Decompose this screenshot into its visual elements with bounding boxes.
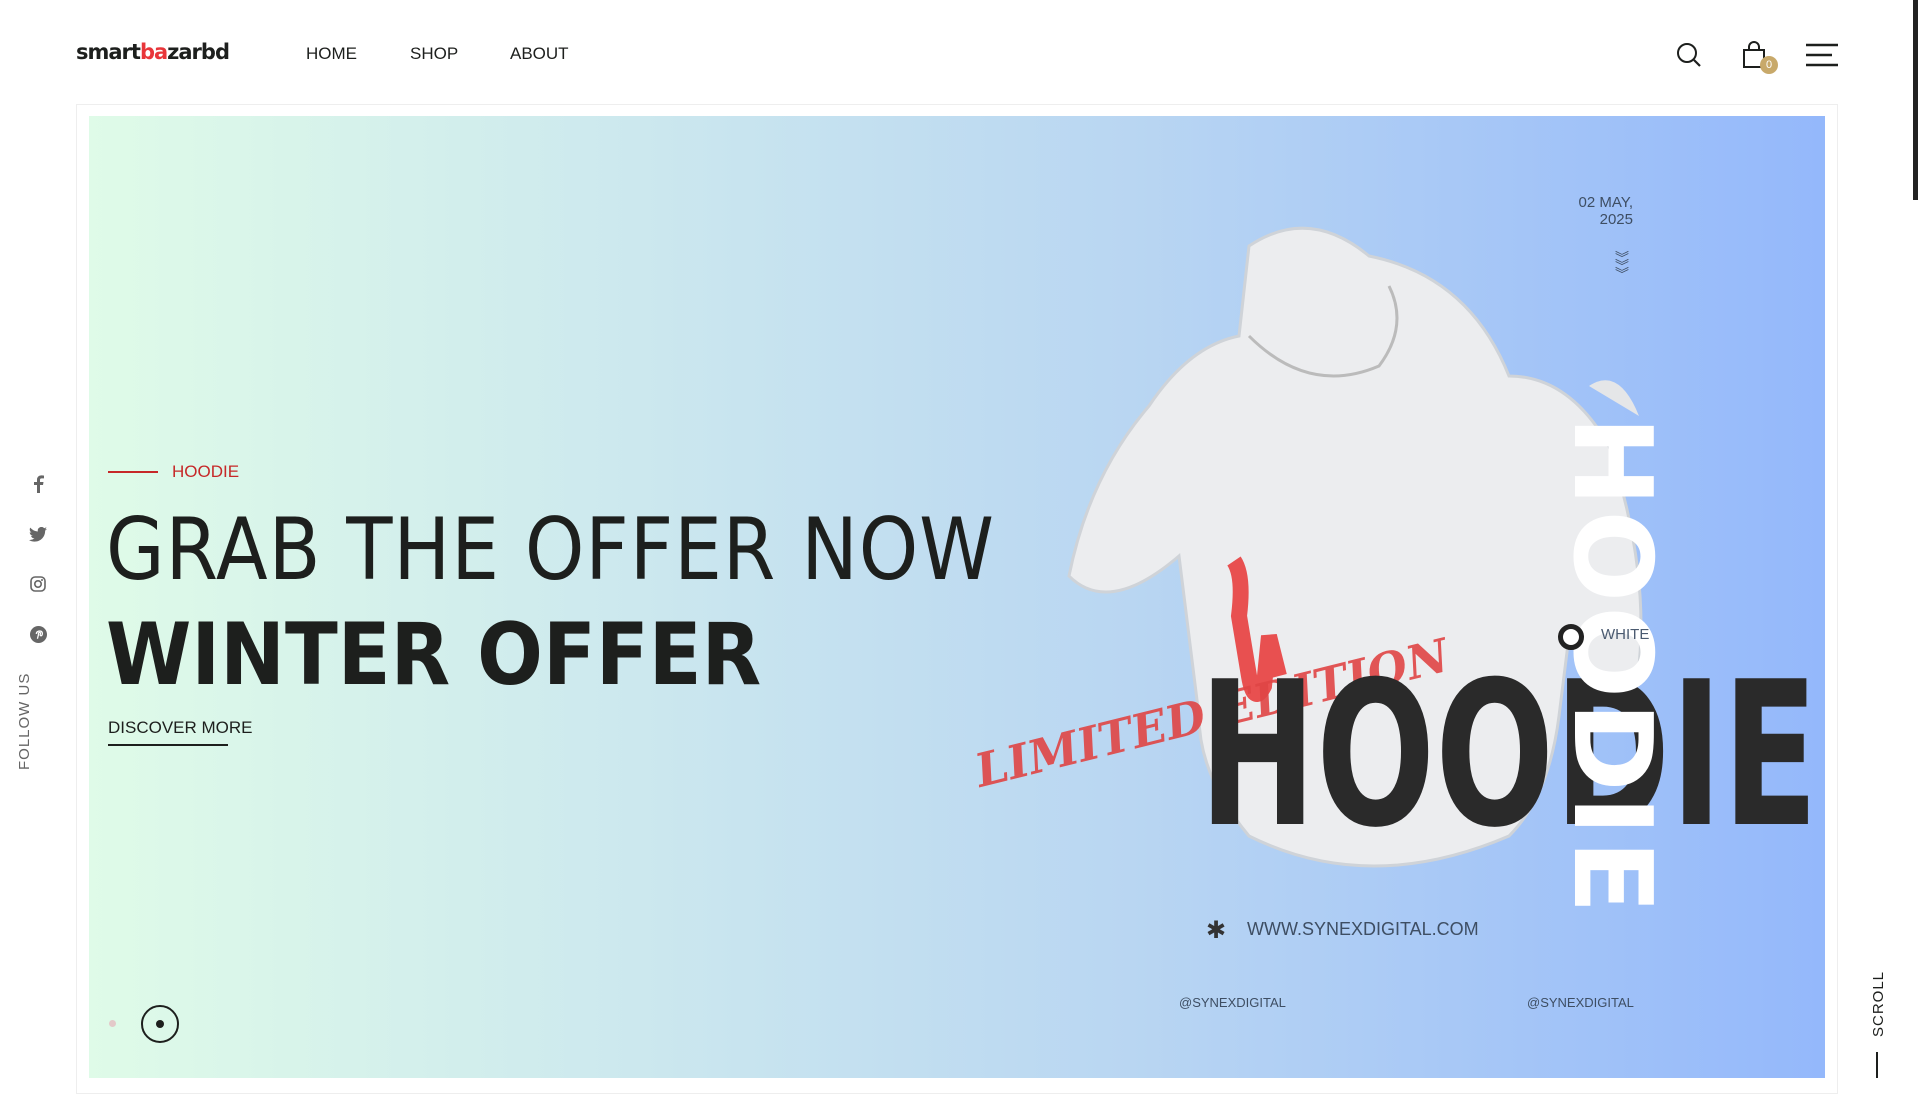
logo-text: smart <box>76 40 141 64</box>
page-scrollbar[interactable] <box>1913 0 1918 200</box>
scroll-line <box>1876 1052 1878 1078</box>
slide-dot-2-active[interactable] <box>141 1005 179 1043</box>
logo[interactable]: smartbazarbd <box>76 40 230 64</box>
instagram-icon[interactable] <box>28 574 48 594</box>
follow-us-label: FOLLOW US <box>16 672 33 770</box>
color-label: WHITE <box>1601 626 1650 643</box>
hoodie-big-word: HOODIE <box>1199 639 1819 872</box>
chevrons-down-icon: ︾ ︾ ︾ <box>1615 250 1629 282</box>
twitter-icon[interactable] <box>28 524 48 544</box>
subtitle-line <box>108 471 158 473</box>
menu-icon[interactable] <box>1805 38 1839 72</box>
asterisk-icon: ✱ <box>1206 917 1227 944</box>
facebook-icon[interactable] <box>28 474 48 494</box>
color-swatch-icon <box>1558 624 1584 650</box>
logo-text-highlight: ba <box>139 40 168 64</box>
handle-right: @SYNEXDIGITAL <box>1527 995 1634 1010</box>
nav-about[interactable]: ABOUT <box>510 44 569 64</box>
discover-more-button[interactable]: DISCOVER MORE <box>108 718 253 746</box>
pinterest-icon[interactable] <box>28 624 48 644</box>
nav-shop[interactable]: SHOP <box>410 44 458 64</box>
handle-left: @SYNEXDIGITAL <box>1179 995 1286 1010</box>
hoodie-vertical-word: HOODIE <box>1549 416 1674 918</box>
scroll-label[interactable]: SCROLL <box>1870 971 1887 1037</box>
hero-title-line1: GRAB THE OFFER NOW <box>106 500 995 600</box>
website-url: WWW.SYNEXDIGITAL.COM <box>1247 919 1479 939</box>
logo-text: zarbd <box>167 40 230 64</box>
date-text: 02 MAY, 2025 <box>1578 194 1633 228</box>
cart-count-badge: 0 <box>1760 56 1778 74</box>
slide-dot-1[interactable] <box>109 1020 116 1027</box>
hero-subtitle: HOODIE <box>172 462 240 481</box>
hero-title-line2: WINTER OFFER <box>106 605 762 705</box>
nav-home[interactable]: HOME <box>306 44 357 64</box>
search-icon[interactable] <box>1672 38 1706 72</box>
